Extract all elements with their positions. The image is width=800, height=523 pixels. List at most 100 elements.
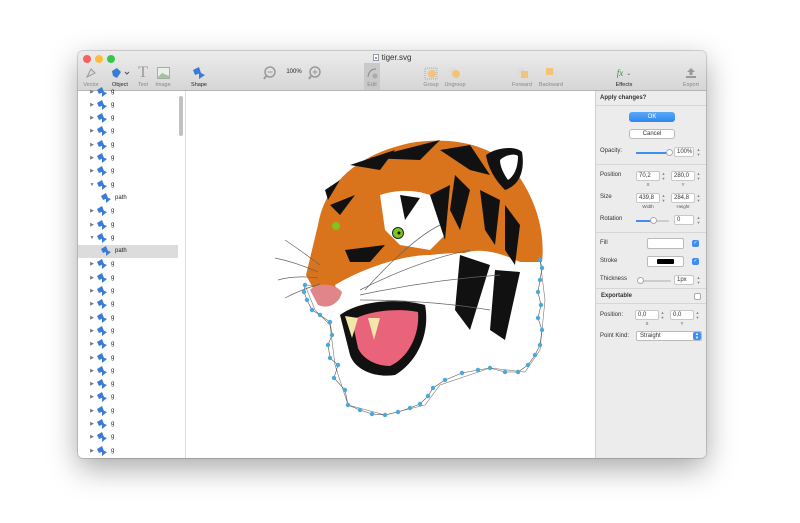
tree-item-path[interactable]: path	[78, 191, 178, 204]
path-node[interactable]	[317, 312, 323, 318]
tree-item-g[interactable]: ▶ g	[78, 311, 178, 324]
path-node[interactable]	[430, 385, 436, 391]
tree-item-g[interactable]: ▶ g	[78, 165, 178, 178]
tree-item-g[interactable]: ▼ g	[78, 178, 178, 191]
export-button[interactable]: Export	[680, 64, 702, 88]
point-kind-select[interactable]: Straight ▲ ▼	[636, 331, 702, 341]
path-node[interactable]	[382, 412, 388, 418]
path-node[interactable]	[301, 289, 307, 295]
path-node[interactable]	[532, 352, 538, 358]
path-node[interactable]	[369, 411, 375, 417]
path-node[interactable]	[442, 377, 448, 383]
group-button[interactable]: Group	[421, 64, 441, 88]
rotation-field[interactable]: 0	[674, 215, 694, 225]
tree-item-g[interactable]: ▶ g	[78, 444, 178, 457]
position-y-stepper[interactable]: ▲ ▼	[696, 171, 701, 181]
disclosure-closed-icon[interactable]: ▶	[88, 408, 96, 414]
tree-item-g[interactable]: ▶ g	[78, 138, 178, 151]
disclosure-closed-icon[interactable]: ▶	[88, 115, 96, 121]
tree-item-g[interactable]: ▶ g	[78, 378, 178, 391]
disclosure-closed-icon[interactable]: ▶	[88, 208, 96, 214]
tree-item-g[interactable]: ▶ g	[78, 112, 178, 125]
tree-item-g[interactable]: ▼ g	[78, 231, 178, 244]
path-node[interactable]	[331, 375, 337, 381]
disclosure-closed-icon[interactable]: ▶	[88, 368, 96, 374]
forward-button[interactable]: Forward	[510, 64, 534, 88]
disclosure-closed-icon[interactable]: ▶	[88, 142, 96, 148]
path-node[interactable]	[327, 355, 333, 361]
tree-item-g[interactable]: ▶ g	[78, 298, 178, 311]
path-node[interactable]	[345, 402, 351, 408]
drawing-canvas[interactable]	[186, 91, 595, 458]
point-x-field[interactable]: 0,0	[635, 310, 659, 320]
path-node[interactable]	[302, 282, 308, 288]
path-node[interactable]	[487, 365, 493, 371]
disclosure-closed-icon[interactable]: ▶	[88, 341, 96, 347]
tree-item-g[interactable]: ▶ g	[78, 364, 178, 377]
tree-item-g[interactable]: ▶ g	[78, 418, 178, 431]
height-field[interactable]: 284,8	[671, 193, 695, 203]
tree-item-g[interactable]: ▶ g	[78, 351, 178, 364]
slider-knob[interactable]	[649, 217, 657, 224]
path-node[interactable]	[525, 362, 531, 368]
disclosure-closed-icon[interactable]: ▶	[88, 355, 96, 361]
tree-item-g[interactable]: ▶ g	[78, 324, 178, 337]
tree-item-g[interactable]: ▶ g	[78, 258, 178, 271]
tree-item-g[interactable]: ▶ g	[78, 285, 178, 298]
tree-item-g[interactable]: ▶ g	[78, 271, 178, 284]
opacity-slider[interactable]	[636, 149, 673, 156]
path-node[interactable]	[325, 342, 331, 348]
disclosure-closed-icon[interactable]: ▶	[88, 168, 96, 174]
backward-button[interactable]: Backward	[536, 64, 566, 88]
path-node[interactable]	[417, 401, 423, 407]
disclosure-closed-icon[interactable]: ▶	[88, 89, 96, 95]
disclosure-closed-icon[interactable]: ▶	[88, 155, 96, 161]
disclosure-closed-icon[interactable]: ▶	[88, 275, 96, 281]
path-node[interactable]	[502, 369, 508, 375]
path-node[interactable]	[537, 277, 543, 283]
disclosure-closed-icon[interactable]: ▶	[88, 448, 96, 454]
height-stepper[interactable]: ▲ ▼	[696, 193, 701, 203]
disclosure-closed-icon[interactable]: ▶	[88, 128, 96, 134]
shape-tool[interactable]: Shape	[188, 64, 210, 88]
path-node[interactable]	[342, 387, 348, 393]
path-node[interactable]	[309, 307, 315, 313]
path-node[interactable]	[407, 405, 413, 411]
zoom-in-button[interactable]	[308, 64, 322, 82]
tree-item-g[interactable]: ▶ g	[78, 431, 178, 444]
path-node[interactable]	[475, 367, 481, 373]
disclosure-closed-icon[interactable]: ▶	[88, 288, 96, 294]
rotation-stepper[interactable]: ▲ ▼	[696, 215, 701, 225]
rotation-slider[interactable]	[636, 217, 669, 224]
opacity-field[interactable]: 100%	[674, 147, 694, 157]
point-y-stepper[interactable]: ▲ ▼	[695, 310, 700, 320]
disclosure-open-icon[interactable]: ▼	[88, 235, 96, 241]
disclosure-closed-icon[interactable]: ▶	[88, 394, 96, 400]
path-node[interactable]	[515, 369, 521, 375]
disclosure-closed-icon[interactable]: ▶	[88, 261, 96, 267]
slider-knob[interactable]	[637, 277, 644, 284]
tree-item-g[interactable]: ▶ g	[78, 218, 178, 231]
path-node[interactable]	[329, 332, 335, 338]
disclosure-closed-icon[interactable]: ▶	[88, 421, 96, 427]
disclosure-closed-icon[interactable]: ▶	[88, 434, 96, 440]
tree-item-g[interactable]: ▶ g	[78, 205, 178, 218]
tree-item-g[interactable]: ▶ g	[78, 338, 178, 351]
path-node[interactable]	[535, 315, 541, 321]
edit-button[interactable]: Edit	[364, 63, 380, 90]
path-node[interactable]	[539, 265, 545, 271]
tree-item-g[interactable]: ▶ g	[78, 98, 178, 111]
tree-item-g[interactable]: ▶ g	[78, 391, 178, 404]
point-y-field[interactable]: 0,0	[670, 310, 694, 320]
path-node[interactable]	[537, 257, 543, 263]
width-stepper[interactable]: ▲ ▼	[661, 193, 666, 203]
position-x-field[interactable]: 70,2	[636, 171, 660, 181]
stroke-checkbox[interactable]: ✓	[692, 258, 699, 265]
effects-button[interactable]: fx ⌄ Effects	[611, 64, 637, 88]
disclosure-closed-icon[interactable]: ▶	[88, 315, 96, 321]
cancel-button[interactable]: Cancel	[629, 129, 675, 139]
path-node[interactable]	[425, 393, 431, 399]
path-node[interactable]	[395, 409, 401, 415]
tree-item-g[interactable]: ▶ g	[78, 85, 178, 98]
position-x-stepper[interactable]: ▲ ▼	[661, 171, 666, 181]
